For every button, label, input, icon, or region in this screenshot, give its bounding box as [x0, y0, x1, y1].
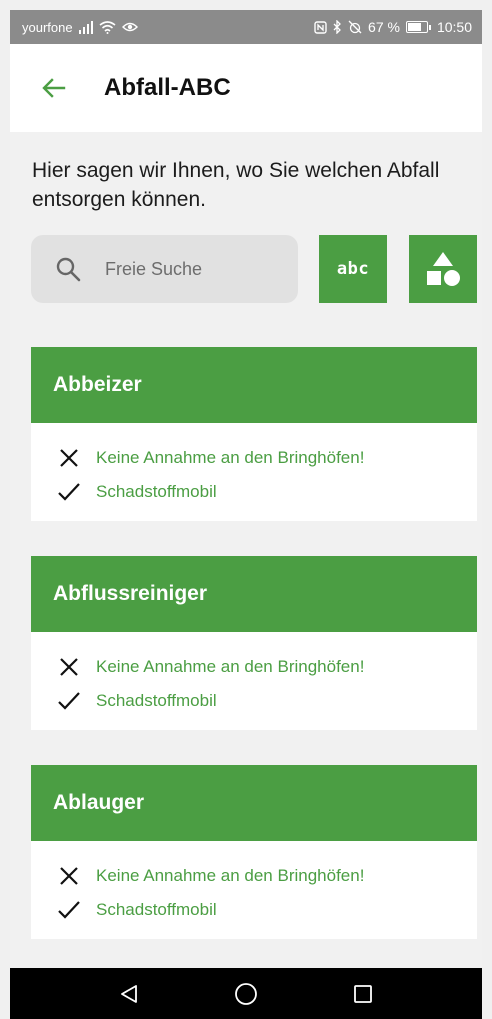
disposal-row: Keine Annahme an den Bringhöfen!: [31, 650, 477, 684]
check-icon: [57, 689, 81, 713]
disposal-row: Keine Annahme an den Bringhöfen!: [31, 859, 477, 893]
disposal-link[interactable]: Schadstoffmobil: [96, 691, 217, 711]
back-button[interactable]: [24, 58, 84, 118]
cross-icon: [57, 446, 81, 470]
nav-back-button[interactable]: [109, 974, 149, 1014]
disposal-link[interactable]: Schadstoffmobil: [96, 482, 217, 502]
list-item[interactable]: Abflussreiniger Keine Annahme an den Bri…: [31, 556, 477, 730]
item-title: Ablauger: [31, 765, 477, 841]
disposal-row: Schadstoffmobil: [31, 684, 477, 718]
app-bar: Abfall-ABC: [10, 44, 482, 132]
eye-icon: [121, 22, 138, 32]
disposal-row: Schadstoffmobil: [31, 893, 477, 927]
battery-icon: [405, 21, 431, 33]
item-title: Abbeizer: [31, 347, 477, 423]
arrow-left-icon: [42, 78, 66, 98]
page-title: Abfall-ABC: [104, 74, 231, 101]
check-icon: [57, 898, 81, 922]
disposal-text: Keine Annahme an den Bringhöfen!: [96, 866, 365, 885]
nfc-icon: [314, 20, 327, 34]
carrier-label: yourfone: [22, 19, 73, 35]
abc-label: abc: [336, 259, 370, 279]
status-right: 67 % 10:50: [314, 19, 472, 35]
check-icon: [57, 480, 81, 504]
shapes-icon: [427, 252, 460, 286]
search-input[interactable]: [103, 257, 287, 281]
cross-icon: [57, 655, 81, 679]
alphabetical-filter-button[interactable]: abc: [319, 235, 387, 303]
list-item[interactable]: Ablauger Keine Annahme an den Bringhöfen…: [31, 765, 477, 939]
bluetooth-icon: [333, 20, 341, 34]
search-box[interactable]: [31, 235, 298, 303]
disposal-link[interactable]: Schadstoffmobil: [96, 900, 217, 920]
nav-recents-button[interactable]: [343, 974, 383, 1014]
intro-text: Hier sagen wir Ihnen, wo Sie welchen Abf…: [32, 159, 440, 211]
search-icon: [55, 256, 81, 282]
status-left: yourfone: [22, 20, 138, 35]
battery-percent: 67 %: [368, 19, 400, 35]
category-filter-button[interactable]: [409, 235, 477, 303]
disposal-row: Schadstoffmobil: [31, 475, 477, 509]
system-nav-bar: [10, 968, 482, 1019]
clock: 10:50: [436, 19, 472, 35]
cross-icon: [57, 864, 81, 888]
signal-icon: [78, 20, 93, 34]
recents-square-icon: [354, 984, 373, 1003]
alarm-off-icon: [348, 20, 362, 34]
wifi-icon: [99, 20, 116, 34]
disposal-text: Keine Annahme an den Bringhöfen!: [96, 448, 365, 467]
phone-screen: yourfone 67 % 10:50 Abfall-ABC Hier sage…: [10, 10, 482, 1019]
item-title: Abflussreiniger: [31, 556, 477, 632]
list-item[interactable]: Abbeizer Keine Annahme an den Bringhöfen…: [31, 347, 477, 521]
back-triangle-icon: [120, 984, 137, 1003]
nav-home-button[interactable]: [226, 974, 266, 1014]
disposal-text: Keine Annahme an den Bringhöfen!: [96, 657, 365, 676]
home-circle-icon: [235, 982, 257, 1005]
disposal-row: Keine Annahme an den Bringhöfen!: [31, 441, 477, 475]
status-bar: yourfone 67 % 10:50: [10, 10, 482, 44]
